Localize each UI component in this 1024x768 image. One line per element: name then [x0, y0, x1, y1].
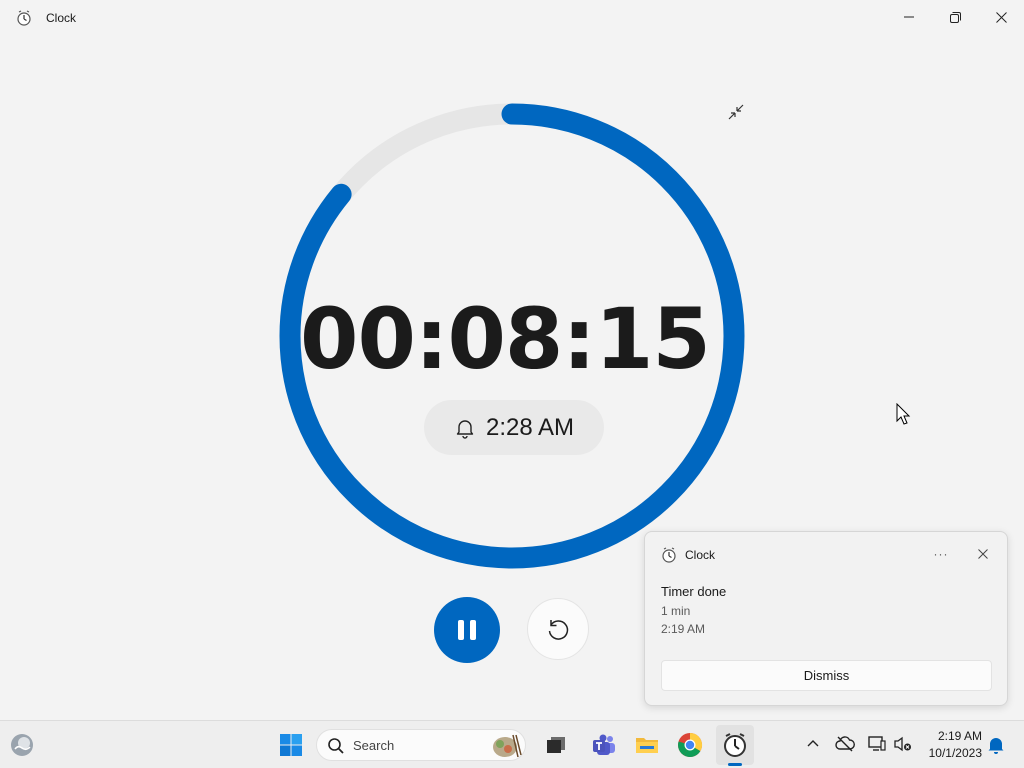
window-title: Clock: [46, 11, 77, 25]
timer-display: 00:08:15: [300, 290, 711, 388]
clock-app-icon: [724, 733, 746, 757]
pause-icon: [458, 620, 476, 640]
file-explorer-icon: [636, 738, 658, 753]
task-view-icon: [547, 737, 565, 753]
display-icon: [868, 736, 886, 751]
teams-icon: [593, 734, 615, 755]
alarm-time-pill: 2:28 AM: [424, 400, 604, 455]
display-tray-button[interactable]: [867, 734, 887, 754]
clock-app-icon: [17, 10, 31, 26]
minimize-icon: [904, 16, 914, 18]
alarm-time: 2:28 AM: [485, 413, 575, 441]
close-icon: [995, 11, 1007, 23]
notification-more-button[interactable]: ···: [929, 542, 953, 566]
restore-button[interactable]: [932, 0, 978, 34]
file-explorer-button[interactable]: [634, 732, 660, 758]
task-view-button[interactable]: [544, 733, 568, 757]
notification-time: 2:19 AM: [661, 622, 706, 636]
dismiss-button[interactable]: Dismiss: [661, 660, 992, 691]
taskbar-search[interactable]: Search: [316, 729, 526, 761]
tray-date[interactable]: 10/1/2023: [920, 746, 982, 760]
search-highlight-icon: [493, 734, 522, 758]
volume-tray-button[interactable]: [893, 734, 913, 754]
notification-center-button[interactable]: [986, 735, 1006, 755]
active-app-indicator: [728, 763, 742, 766]
search-placeholder: Search: [353, 738, 395, 753]
notification-close-button[interactable]: [971, 542, 995, 566]
chrome-button[interactable]: [677, 732, 703, 758]
notification-app-name: Clock: [685, 548, 716, 562]
reset-icon: [548, 620, 569, 640]
network-icon: [835, 736, 855, 752]
minimize-button[interactable]: [886, 0, 932, 34]
notification-duration: 1 min: [661, 604, 691, 618]
reset-button[interactable]: [527, 598, 589, 660]
windows-start-icon: [280, 734, 302, 756]
close-button[interactable]: [978, 0, 1024, 34]
bell-icon: [456, 419, 474, 439]
close-icon: [978, 549, 988, 559]
show-hidden-icons-button[interactable]: [804, 735, 822, 753]
title-bar: Clock: [0, 0, 1024, 36]
notification-bell-icon: [988, 738, 1004, 754]
notification-toast: Clock ··· Timer done 1 min 2:19 AM Dismi…: [644, 531, 1008, 706]
notification-title: Timer done: [661, 584, 727, 599]
volume-icon: [894, 736, 911, 752]
restore-icon: [949, 11, 961, 23]
weather-widget[interactable]: [8, 731, 36, 759]
teams-button[interactable]: [591, 732, 617, 758]
chrome-icon: [678, 733, 703, 758]
search-icon: [328, 738, 344, 754]
clock-taskbar-button[interactable]: [716, 725, 754, 765]
start-button[interactable]: [278, 732, 304, 758]
mouse-cursor-icon: [896, 403, 911, 425]
weather-icon: [11, 734, 33, 756]
taskbar: Search 2:19 AM 10/1/2023: [0, 720, 1024, 768]
pause-button[interactable]: [434, 597, 500, 663]
tray-time[interactable]: 2:19 AM: [920, 729, 982, 743]
chevron-up-icon: [807, 740, 819, 747]
network-tray-button[interactable]: [835, 734, 855, 754]
clock-app-icon: [662, 547, 676, 563]
